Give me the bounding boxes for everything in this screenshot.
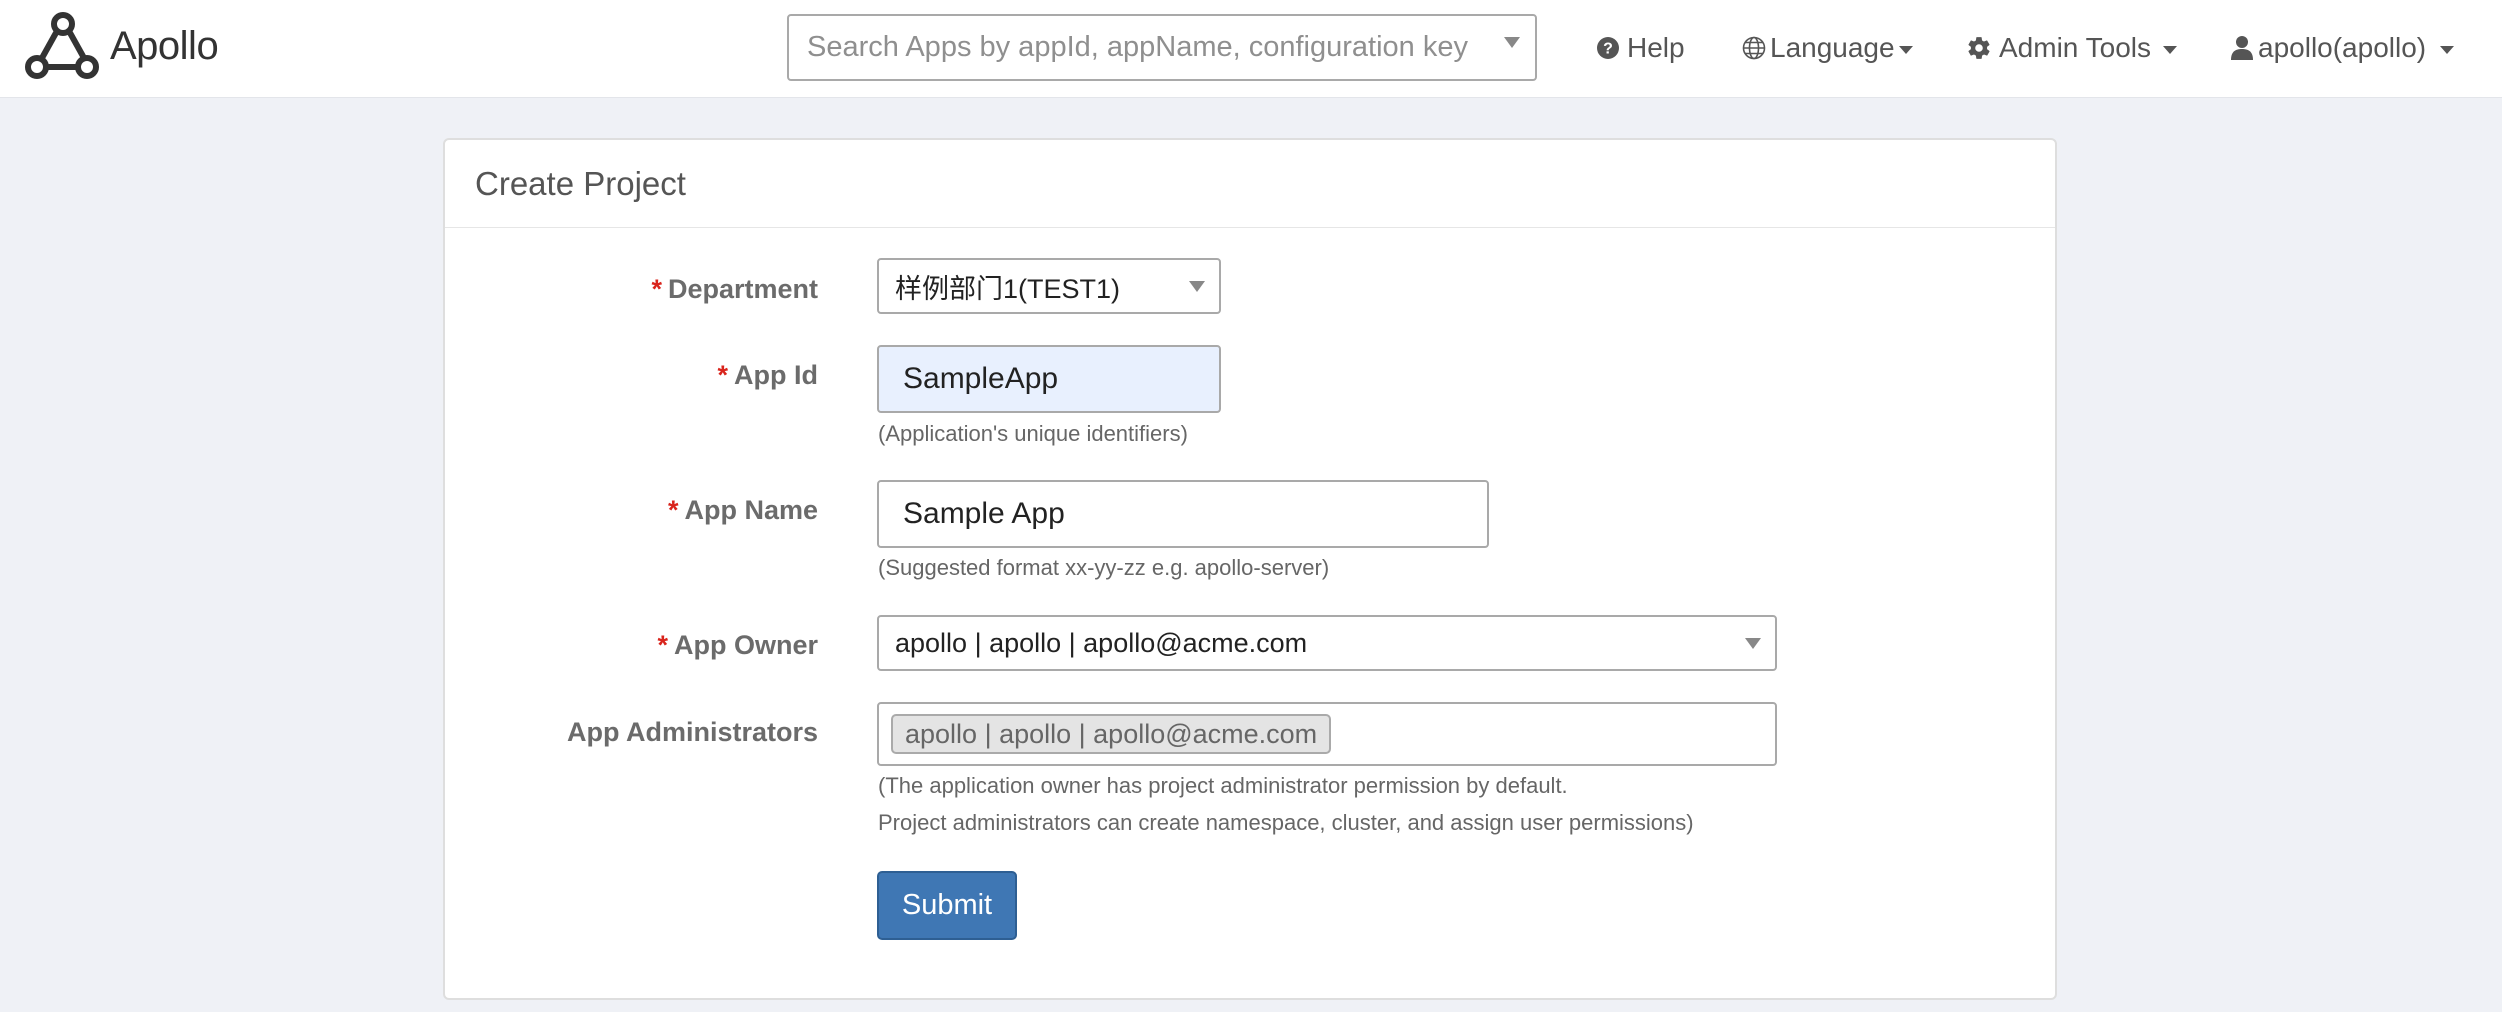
- caret-down-icon: [2440, 45, 2455, 54]
- submit-button[interactable]: Submit: [877, 871, 1017, 940]
- app-admins-multiselect[interactable]: apollo | apollo | apollo@acme.com: [877, 702, 1777, 766]
- app-name-label: * App Name: [667, 495, 818, 525]
- required-marker: *: [651, 274, 662, 304]
- app-name-help: (Suggested format xx-yy-zz e.g. apollo-s…: [878, 555, 1330, 580]
- globe-icon: [1742, 36, 1766, 60]
- app-owner-select[interactable]: apollo | apollo | apollo@acme.com: [877, 615, 1777, 671]
- question-circle-icon: ?: [1596, 36, 1620, 60]
- admin-tools-label: Admin Tools: [1999, 32, 2152, 63]
- caret-down-icon: [2163, 45, 2178, 54]
- svg-text:?: ?: [1603, 41, 1613, 58]
- app-admins-help-line1: (The application owner has project admin…: [878, 773, 1568, 798]
- department-value: 样例部门1(TEST1): [895, 273, 1121, 304]
- help-label: Help: [1627, 32, 1685, 63]
- user-dropdown[interactable]: apollo(apollo): [2230, 26, 2455, 70]
- app-id-input[interactable]: [903, 362, 1219, 396]
- panel-heading: Create Project: [445, 140, 2055, 228]
- app-owner-label: * App Owner: [657, 630, 818, 660]
- caret-down-icon: [1898, 45, 1913, 54]
- app-search-input[interactable]: [807, 16, 1487, 79]
- gear-icon: [1966, 35, 1992, 61]
- page-title: Create Project: [475, 164, 686, 202]
- admin-tools-dropdown[interactable]: Admin Tools: [1966, 26, 2178, 70]
- create-project-panel: Create Project * Department 样例部门1(TEST1) …: [443, 138, 2057, 1000]
- language-label: Language: [1770, 32, 1895, 63]
- app-id-label: * App Id: [717, 360, 819, 390]
- app-name-field[interactable]: [877, 480, 1489, 548]
- department-label: * Department: [651, 274, 818, 304]
- app-admins-help-line2: Project administrators can create namesp…: [878, 810, 1694, 835]
- brand-name: Apollo: [110, 23, 219, 68]
- required-marker: *: [667, 495, 679, 525]
- admin-tag[interactable]: apollo | apollo | apollo@acme.com: [891, 714, 1332, 754]
- app-search-select[interactable]: [787, 14, 1537, 81]
- user-label: apollo(apollo): [2258, 32, 2427, 63]
- app-id-help: (Application's unique identifiers): [878, 421, 1188, 446]
- chevron-down-icon: [1189, 281, 1205, 292]
- top-navbar: Apollo ? Help Language: [0, 0, 2502, 98]
- chevron-down-icon[interactable]: [1504, 37, 1520, 48]
- app-owner-value: apollo | apollo | apollo@acme.com: [895, 627, 1308, 658]
- department-select[interactable]: 样例部门1(TEST1): [877, 258, 1221, 314]
- apollo-logo-icon: [25, 12, 99, 79]
- app-name-input[interactable]: [903, 497, 1487, 531]
- required-marker: *: [657, 630, 668, 660]
- chevron-down-icon: [1745, 638, 1761, 649]
- help-link[interactable]: ? Help: [1596, 26, 1685, 70]
- app-admins-label: App Administrators: [566, 717, 818, 747]
- app-id-field[interactable]: [877, 345, 1221, 413]
- user-icon: [2230, 35, 2254, 61]
- language-dropdown[interactable]: Language: [1742, 26, 1913, 70]
- brand-logo[interactable]: Apollo: [22, 11, 219, 81]
- required-marker: *: [717, 360, 729, 390]
